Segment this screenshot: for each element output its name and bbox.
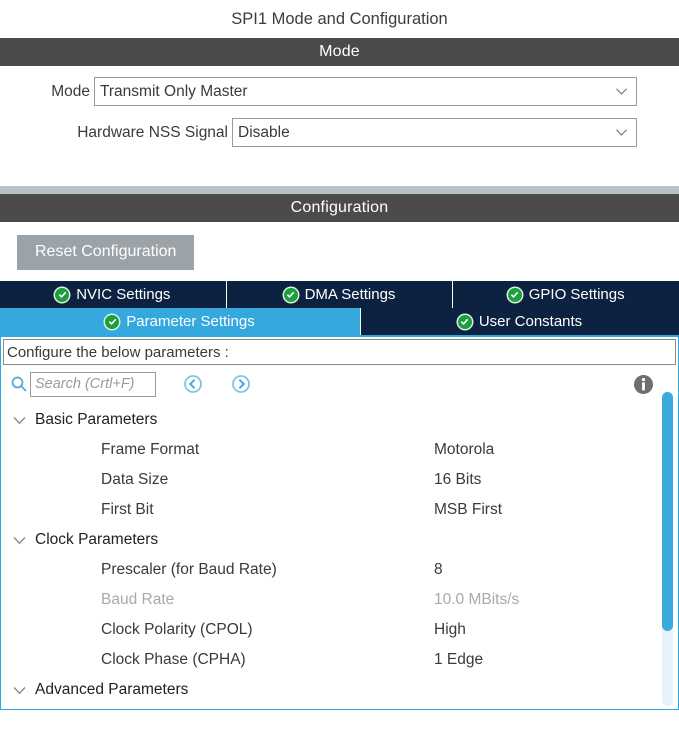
parameter-tree: Basic Parameters Frame Format Motorola D…: [1, 403, 678, 705]
tab-row-primary: NVIC Settings DMA Settings GPIO Settings: [0, 281, 679, 308]
form-row-mode: Mode Transmit Only Master: [0, 76, 679, 107]
hardware-nss-select[interactable]: Disable: [232, 118, 637, 147]
tree-item-first-bit[interactable]: First Bit MSB First: [1, 495, 678, 525]
mode-label: Mode: [51, 82, 90, 100]
vertical-scrollbar-track[interactable]: [662, 392, 673, 706]
search-toolbar: [1, 365, 678, 403]
hardware-nss-label: Hardware NSS Signal: [77, 123, 228, 141]
chevron-down-icon[interactable]: [13, 686, 26, 695]
page-title: SPI1 Mode and Configuration: [0, 0, 679, 38]
tab-user-constants[interactable]: User Constants: [361, 308, 679, 335]
check-circle-icon: [283, 287, 298, 302]
check-circle-icon: [507, 287, 522, 302]
tree-item-clock-polarity[interactable]: Clock Polarity (CPOL) High: [1, 615, 678, 645]
search-input[interactable]: [30, 371, 156, 397]
chevron-down-icon: [616, 87, 627, 95]
tree-group-advanced-parameters[interactable]: Advanced Parameters: [1, 675, 678, 705]
tree-item-baud-rate: Baud Rate 10.0 MBits/s: [1, 585, 678, 615]
chevron-down-icon[interactable]: [13, 536, 26, 545]
tree-item-label: First Bit: [101, 501, 154, 518]
mode-section-header: Mode: [0, 38, 679, 66]
mode-select[interactable]: Transmit Only Master: [94, 77, 637, 106]
tab-dma-settings[interactable]: DMA Settings: [226, 281, 454, 308]
tree-item-label: Baud Rate: [101, 591, 175, 608]
section-separator-band: [0, 186, 679, 194]
circle-arrow-left-icon[interactable]: [182, 373, 204, 395]
parameter-settings-panel: Configure the below parameters : Search …: [0, 335, 679, 710]
mode-select-value: Transmit Only Master: [100, 82, 248, 100]
tree-item-value: 16 Bits: [434, 471, 482, 488]
tree-item-label: Frame Format: [101, 441, 200, 458]
reset-button-wrap: Reset Configuration: [0, 222, 679, 281]
tab-label: NVIC Settings: [76, 286, 171, 303]
tree-item-frame-format[interactable]: Frame Format Motorola: [1, 435, 678, 465]
check-circle-icon: [457, 314, 472, 329]
circle-arrow-right-icon[interactable]: [230, 373, 252, 395]
chevron-down-icon[interactable]: [13, 416, 26, 425]
tree-item-label: Data Size: [101, 471, 169, 488]
spi-configuration-page: SPI1 Mode and Configuration Mode Mode Tr…: [0, 0, 679, 735]
tree-group-basic-parameters[interactable]: Basic Parameters: [1, 405, 678, 435]
search-icon: [10, 375, 28, 393]
tree-item-value: 1 Edge: [434, 651, 484, 668]
tab-label: DMA Settings: [304, 286, 396, 303]
hardware-nss-select-value: Disable: [238, 123, 290, 141]
info-icon[interactable]: [633, 374, 654, 395]
configuration-body: Reset Configuration NVIC Settings DMA Se…: [0, 222, 679, 710]
tab-label: Parameter Settings: [126, 313, 255, 330]
reset-configuration-button[interactable]: Reset Configuration: [17, 235, 195, 270]
tree-group-label: Basic Parameters: [35, 411, 158, 428]
tree-item-value: 10.0 MBits/s: [434, 591, 520, 608]
tree-item-data-size[interactable]: Data Size 16 Bits: [1, 465, 678, 495]
tab-nvic-settings[interactable]: NVIC Settings: [0, 281, 227, 308]
tree-item-label: Clock Phase (CPHA): [101, 651, 246, 668]
check-circle-icon: [105, 314, 120, 329]
tab-row-secondary: Parameter Settings User Constants: [0, 308, 679, 335]
chevron-down-icon: [616, 128, 627, 136]
tree-group-label: Advanced Parameters: [35, 681, 189, 698]
tree-item-value: 8: [434, 561, 443, 578]
tab-label: User Constants: [478, 313, 583, 330]
tree-group-label: Clock Parameters: [35, 531, 159, 548]
tree-item-clock-phase[interactable]: Clock Phase (CPHA) 1 Edge: [1, 645, 678, 675]
section-gap: [0, 158, 679, 186]
tree-item-label: Prescaler (for Baud Rate): [101, 561, 277, 578]
configuration-section-header: Configuration: [0, 194, 679, 222]
tree-item-value: High: [434, 621, 466, 638]
tree-item-value: MSB First: [434, 501, 503, 518]
configure-hint-bar: Configure the below parameters :: [3, 339, 676, 365]
tree-item-value: Motorola: [434, 441, 495, 458]
tab-gpio-settings[interactable]: GPIO Settings: [453, 281, 679, 308]
mode-form: Mode Transmit Only Master Hardware NSS S…: [0, 66, 679, 148]
tree-group-clock-parameters[interactable]: Clock Parameters: [1, 525, 678, 555]
tree-item-prescaler[interactable]: Prescaler (for Baud Rate) 8: [1, 555, 678, 585]
configure-hint-text: Configure the below parameters :: [7, 343, 229, 361]
form-row-hardware-nss: Hardware NSS Signal Disable: [0, 117, 679, 148]
vertical-scrollbar-thumb[interactable]: [662, 392, 673, 631]
tab-parameter-settings[interactable]: Parameter Settings: [0, 308, 361, 335]
tab-label: GPIO Settings: [528, 286, 625, 303]
tree-item-label: Clock Polarity (CPOL): [101, 621, 253, 638]
check-circle-icon: [55, 287, 70, 302]
